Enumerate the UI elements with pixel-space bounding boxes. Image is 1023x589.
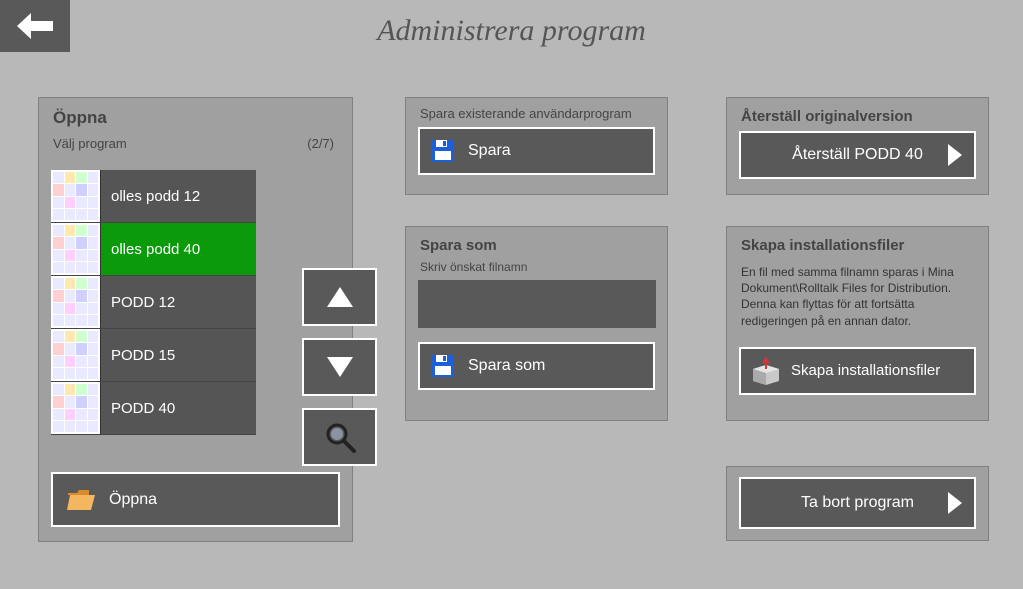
program-label: PODD 40 bbox=[101, 400, 175, 417]
scroll-up-button[interactable] bbox=[302, 268, 377, 326]
delete-program-label: Ta bort program bbox=[801, 494, 914, 512]
save-title: Spara existerande användarprogram bbox=[420, 106, 667, 121]
floppy-disk-icon bbox=[432, 140, 454, 162]
triangle-right-icon bbox=[948, 492, 962, 514]
restore-title: Återställ originalversion bbox=[741, 108, 988, 125]
program-label: PODD 15 bbox=[101, 347, 175, 364]
open-button[interactable]: Öppna bbox=[51, 472, 340, 527]
program-thumbnail bbox=[51, 170, 101, 222]
triangle-right-icon bbox=[948, 144, 962, 166]
save-as-subtitle: Skriv önskat filnamn bbox=[420, 260, 667, 274]
program-pager: (2/7) bbox=[307, 136, 334, 151]
save-panel: Spara existerande användarprogram Spara bbox=[405, 97, 668, 195]
program-row[interactable]: olles podd 12 bbox=[51, 170, 256, 223]
program-row[interactable]: PODD 12 bbox=[51, 276, 256, 329]
triangle-up-icon bbox=[327, 287, 353, 307]
program-thumbnail bbox=[51, 276, 101, 328]
restore-button[interactable]: Återställ PODD 40 bbox=[739, 131, 976, 179]
program-label: olles podd 40 bbox=[101, 241, 200, 258]
create-install-label: Skapa installationsfiler bbox=[791, 362, 940, 379]
save-button-label: Spara bbox=[468, 142, 511, 160]
restore-panel: Återställ originalversion Återställ PODD… bbox=[726, 97, 989, 195]
install-description: En fil med samma filnamn sparas i Mina D… bbox=[727, 260, 988, 329]
program-list-label: Välj program bbox=[53, 136, 127, 151]
save-as-button[interactable]: Spara som bbox=[418, 342, 655, 390]
scroll-down-button[interactable] bbox=[302, 338, 377, 396]
package-upload-icon bbox=[751, 357, 781, 385]
open-panel: Öppna Välj program (2/7) olles podd 12ol… bbox=[38, 97, 353, 542]
floppy-disk-icon bbox=[432, 355, 454, 377]
magnifier-icon bbox=[324, 421, 356, 453]
page-title: Administrera program bbox=[0, 14, 1023, 48]
program-label: olles podd 12 bbox=[101, 188, 200, 205]
program-list: olles podd 12 olles podd 40 PODD 12 PODD 15… bbox=[51, 170, 256, 435]
open-title: Öppna bbox=[53, 108, 352, 128]
save-as-panel: Spara som Skriv önskat filnamn Spara som bbox=[405, 226, 668, 421]
save-as-title: Spara som bbox=[420, 237, 667, 254]
program-thumbnail bbox=[51, 382, 101, 434]
save-as-button-label: Spara som bbox=[468, 357, 545, 375]
restore-button-label: Återställ PODD 40 bbox=[792, 146, 923, 164]
search-button[interactable] bbox=[302, 408, 377, 466]
program-row[interactable]: PODD 15 bbox=[51, 329, 256, 382]
program-row[interactable]: PODD 40 bbox=[51, 382, 256, 435]
triangle-down-icon bbox=[327, 357, 353, 377]
save-button[interactable]: Spara bbox=[418, 127, 655, 175]
delete-program-button[interactable]: Ta bort program bbox=[739, 477, 976, 529]
filename-input[interactable] bbox=[418, 280, 656, 328]
install-title: Skapa installationsfiler bbox=[741, 237, 988, 254]
program-row[interactable]: olles podd 40 bbox=[51, 223, 256, 276]
install-panel: Skapa installationsfiler En fil med samm… bbox=[726, 226, 989, 421]
program-label: PODD 12 bbox=[101, 294, 175, 311]
create-install-button[interactable]: Skapa installationsfiler bbox=[739, 347, 976, 395]
delete-panel: Ta bort program bbox=[726, 466, 989, 541]
program-thumbnail bbox=[51, 223, 101, 275]
folder-open-icon bbox=[67, 489, 95, 511]
open-button-label: Öppna bbox=[109, 491, 157, 509]
program-thumbnail bbox=[51, 329, 101, 381]
